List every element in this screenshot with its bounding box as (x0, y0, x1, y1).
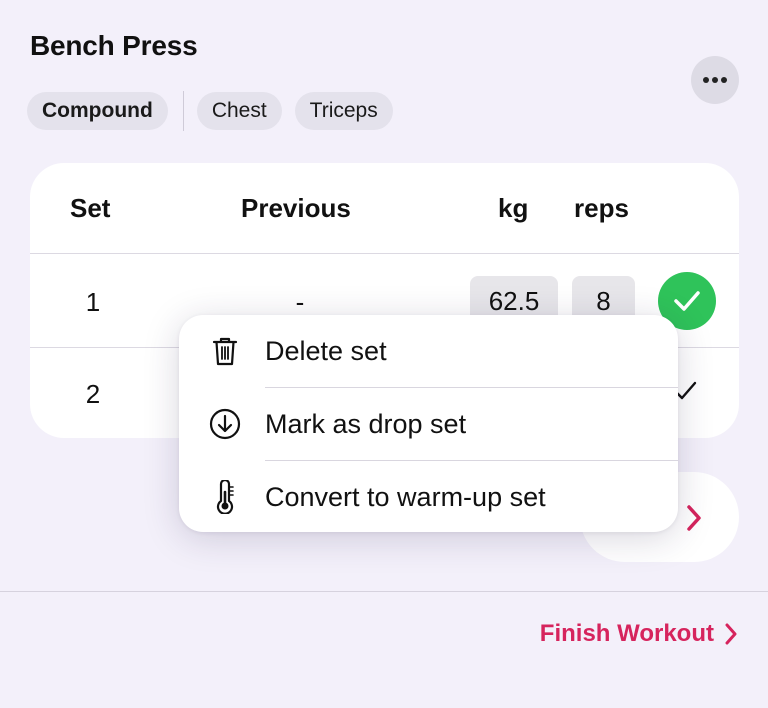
table-divider (30, 253, 739, 254)
more-options-button[interactable] (691, 56, 739, 104)
chevron-right-icon (684, 503, 704, 538)
page-title: Bench Press (30, 30, 198, 61)
previous-value: - (295, 287, 305, 317)
finish-workout-label: Finish Workout (539, 620, 714, 647)
chevron-right-icon (725, 623, 737, 645)
header-kg: kg (498, 193, 529, 223)
tag-list: Compound Chest Triceps (27, 91, 393, 131)
menu-item-warm-up[interactable]: Convert to warm-up set (179, 461, 678, 533)
menu-item-label: Mark as drop set (265, 408, 467, 439)
footer-divider (0, 591, 768, 592)
tag-triceps[interactable]: Triceps (294, 92, 393, 130)
set-number: 2 (85, 379, 101, 409)
menu-item-drop-set[interactable]: Mark as drop set (179, 388, 678, 460)
header-reps: reps (574, 193, 629, 223)
header-set: Set (70, 193, 111, 223)
set-number: 1 (85, 287, 101, 317)
trash-icon (209, 335, 241, 367)
finish-workout-button[interactable]: Finish Workout (540, 620, 738, 648)
set-context-menu: Delete set Mark as drop set Convert to w… (179, 315, 678, 532)
ellipsis-icon (703, 77, 727, 83)
thermometer-icon (209, 480, 241, 514)
menu-item-label: Convert to warm-up set (265, 481, 546, 512)
menu-item-delete-set[interactable]: Delete set (179, 315, 678, 387)
tag-chest[interactable]: Chest (196, 92, 282, 130)
tag-divider (182, 91, 184, 131)
checkmark-icon (674, 291, 700, 311)
tag-compound[interactable]: Compound (27, 92, 168, 130)
header-previous: Previous (241, 193, 351, 223)
arrow-down-circle-icon (209, 408, 241, 440)
menu-item-label: Delete set (265, 335, 387, 366)
